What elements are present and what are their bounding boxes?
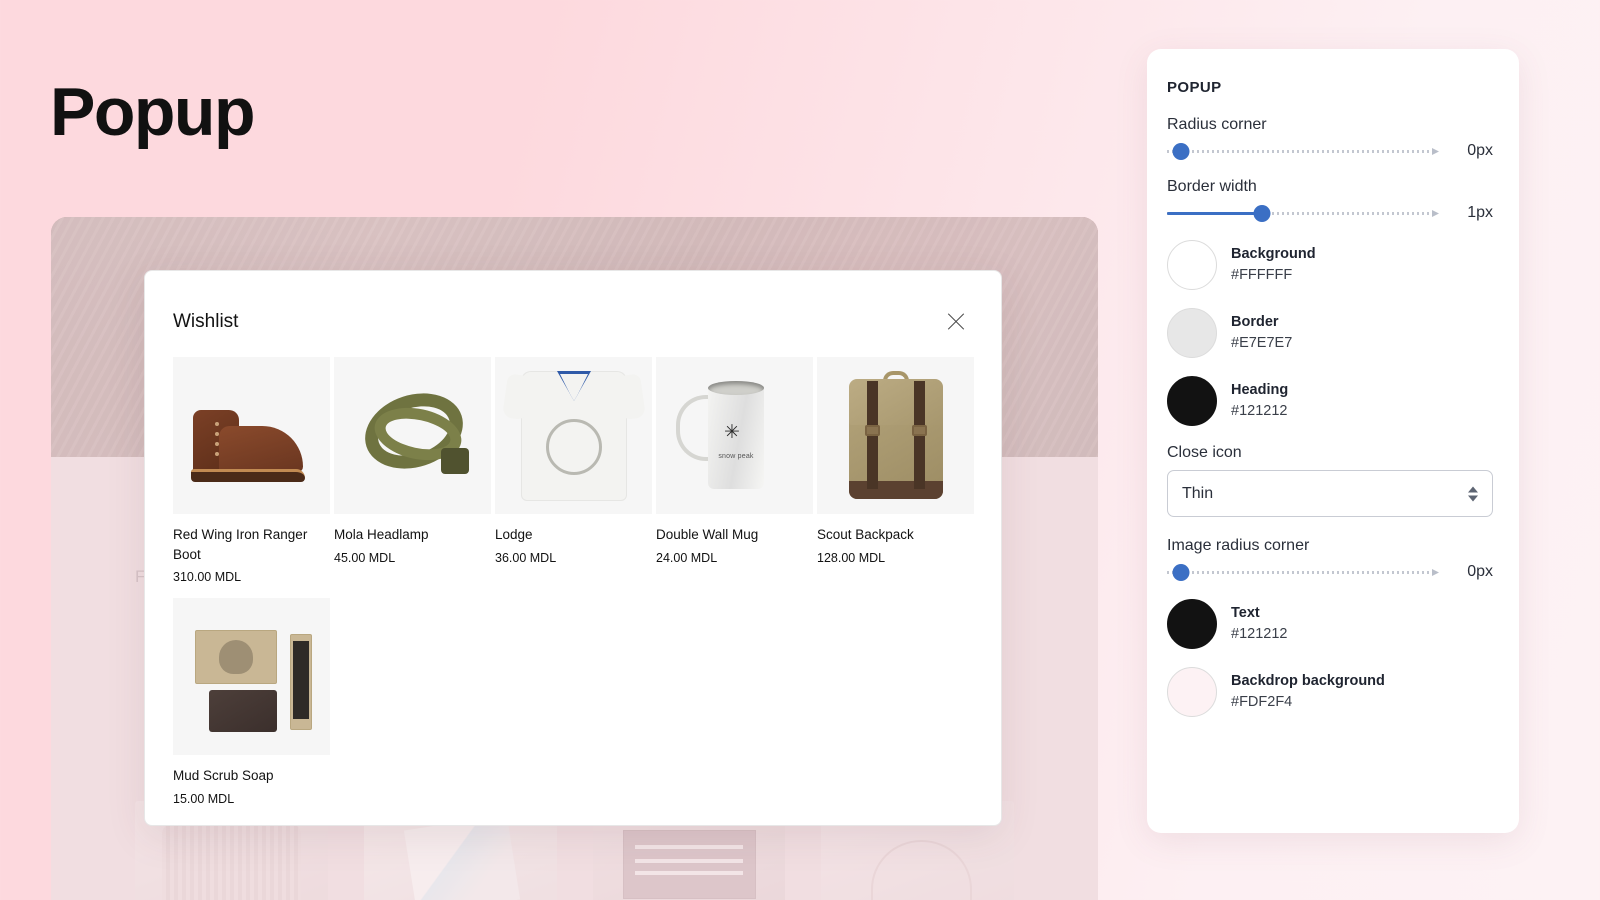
- slider-thumb[interactable]: [1253, 205, 1271, 222]
- product-name: Red Wing Iron Ranger Boot: [173, 527, 308, 562]
- radius-corner-value: 0px: [1467, 142, 1493, 159]
- image-radius-corner-value: 0px: [1467, 563, 1493, 580]
- radius-corner-slider-row: 0px: [1167, 142, 1493, 160]
- close-icon[interactable]: [943, 309, 969, 335]
- image-radius-slider-row: 0px: [1167, 563, 1493, 581]
- list-item[interactable]: ✳ snow peak Double Wall Mug 24.00 MDL: [656, 357, 813, 584]
- border-width-value: 1px: [1467, 204, 1493, 221]
- product-thumbnail[interactable]: [334, 357, 491, 514]
- heading-color-label: Heading: [1231, 381, 1289, 398]
- slider-thumb[interactable]: [1172, 564, 1190, 581]
- background-color-row[interactable]: Background #FFFFFF: [1167, 240, 1493, 290]
- image-radius-corner-slider[interactable]: [1167, 563, 1439, 581]
- list-item[interactable]: Scout Backpack 128.00 MDL: [817, 357, 974, 584]
- slider-track: [1167, 150, 1433, 153]
- border-color-label: Border: [1231, 313, 1279, 330]
- slider-thumb[interactable]: [1172, 143, 1190, 160]
- product-name: Double Wall Mug: [656, 527, 759, 542]
- close-icon-select-wrap[interactable]: Thin: [1167, 470, 1493, 517]
- background-color-label: Background: [1231, 245, 1316, 262]
- popup-header: Wishlist: [145, 271, 1001, 335]
- slider-end-arrow-icon: [1432, 148, 1439, 155]
- list-item[interactable]: Lodge 36.00 MDL: [495, 357, 652, 584]
- wishlist-popup: Wishlist Red Wing Iron Ranger Boot 310.0…: [144, 270, 1002, 826]
- page-title: Popup: [50, 74, 256, 150]
- border-color-row[interactable]: Border #E7E7E7: [1167, 308, 1493, 358]
- background-color-hex: #FFFFFF: [1231, 267, 1293, 283]
- soap-icon: [173, 598, 330, 755]
- product-price: 36.00 MDL: [495, 550, 557, 565]
- product-name: Lodge: [495, 527, 533, 542]
- product-price: 45.00 MDL: [334, 550, 396, 565]
- product-name: Scout Backpack: [817, 527, 914, 542]
- product-price: 24.00 MDL: [656, 550, 718, 565]
- color-swatch[interactable]: [1167, 667, 1217, 717]
- color-swatch[interactable]: [1167, 376, 1217, 426]
- product-thumbnail[interactable]: [495, 357, 652, 514]
- text-color-row[interactable]: Text #121212: [1167, 599, 1493, 649]
- slider-end-arrow-icon: [1432, 569, 1439, 576]
- text-color-hex: #121212: [1231, 626, 1288, 642]
- radius-corner-slider[interactable]: [1167, 142, 1439, 160]
- boot-icon: [189, 406, 311, 484]
- color-swatch[interactable]: [1167, 599, 1217, 649]
- panel-title: POPUP: [1167, 79, 1222, 96]
- backdrop-color-row[interactable]: Backdrop background #FDF2F4: [1167, 667, 1493, 717]
- wishlist-product-grid: Red Wing Iron Ranger Boot 310.00 MDL Mol…: [145, 335, 1001, 806]
- list-item[interactable]: Mola Headlamp 45.00 MDL: [334, 357, 491, 584]
- heading-color-row[interactable]: Heading #121212: [1167, 376, 1493, 426]
- headlamp-icon: [334, 357, 491, 514]
- backdrop-color-hex: #FDF2F4: [1231, 694, 1293, 710]
- popup-title: Wishlist: [173, 311, 239, 332]
- list-item[interactable]: Mud Scrub Soap 15.00 MDL: [173, 598, 330, 806]
- border-color-hex: #E7E7E7: [1231, 335, 1293, 351]
- product-thumbnail[interactable]: [817, 357, 974, 514]
- settings-panel: POPUP Radius corner 0px Border width 1px…: [1147, 49, 1519, 833]
- color-swatch[interactable]: [1167, 240, 1217, 290]
- product-thumbnail[interactable]: [173, 357, 330, 514]
- border-width-label: Border width: [1167, 178, 1257, 195]
- product-price: 310.00 MDL: [173, 570, 242, 585]
- border-width-slider[interactable]: [1167, 204, 1439, 222]
- mug-icon: ✳ snow peak: [656, 357, 813, 514]
- list-item[interactable]: Red Wing Iron Ranger Boot 310.00 MDL: [173, 357, 330, 584]
- backdrop-color-label: Backdrop background: [1231, 672, 1385, 689]
- close-icon-select[interactable]: Thin: [1167, 470, 1493, 517]
- close-icon-label: Close icon: [1167, 444, 1242, 461]
- color-swatch[interactable]: [1167, 308, 1217, 358]
- border-width-slider-row: 1px: [1167, 204, 1493, 222]
- heading-color-hex: #121212: [1231, 403, 1288, 419]
- slider-track: [1167, 571, 1433, 574]
- product-thumbnail[interactable]: [173, 598, 330, 756]
- tshirt-icon: [502, 371, 646, 501]
- product-price: 128.00 MDL: [817, 550, 886, 565]
- product-name: Mud Scrub Soap: [173, 768, 274, 784]
- slider-end-arrow-icon: [1432, 210, 1439, 217]
- product-name: Mola Headlamp: [334, 527, 429, 542]
- radius-corner-label: Radius corner: [1167, 116, 1267, 133]
- product-price: 15.00 MDL: [173, 791, 235, 806]
- product-thumbnail[interactable]: ✳ snow peak: [656, 357, 813, 514]
- text-color-label: Text: [1231, 604, 1260, 621]
- backpack-icon: [849, 371, 943, 499]
- slider-fill: [1167, 212, 1263, 215]
- image-radius-corner-label: Image radius corner: [1167, 537, 1310, 554]
